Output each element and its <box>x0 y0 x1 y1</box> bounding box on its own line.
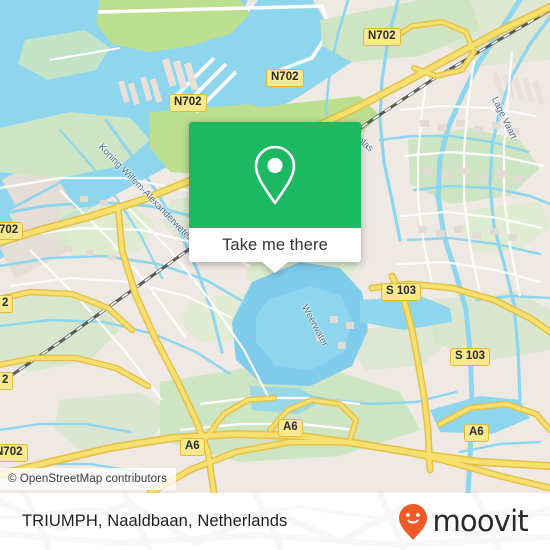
take-me-there-label: Take me there <box>222 235 328 254</box>
road-shield: A6 <box>464 424 489 443</box>
road-shield: 2 <box>0 372 14 391</box>
card-pointer-tail <box>262 262 288 273</box>
road-shield: N702 <box>266 69 304 88</box>
card-image-area <box>189 122 361 228</box>
place-name: TRIUMPH, Naaldbaan, Netherlands <box>22 512 288 530</box>
road-shield: A6 <box>278 419 303 438</box>
moovit-map-screen: N702N702N70270222N702S 103S 103A6A6A6 Ko… <box>0 0 550 550</box>
road-shield: 2 <box>0 295 14 314</box>
road-shield: 702 <box>0 222 24 241</box>
take-me-there-card[interactable]: Take me there <box>189 122 361 273</box>
moovit-logo[interactable]: moovit <box>398 503 529 541</box>
attribution-text: © OpenStreetMap contributors <box>8 473 167 485</box>
road-shield: A6 <box>180 438 205 457</box>
footer-bar: TRIUMPH, Naaldbaan, Netherlands moovit <box>0 493 550 550</box>
card-action-bar[interactable]: Take me there <box>189 228 361 262</box>
road-shield: S 103 <box>381 283 422 302</box>
map-attribution[interactable]: © OpenStreetMap contributors <box>0 468 176 490</box>
moovit-wordmark: moovit <box>432 504 528 538</box>
map-pin-icon <box>254 145 296 205</box>
moovit-pin-smiley-icon <box>399 503 428 540</box>
road-shield: N702 <box>363 28 401 47</box>
road-shield: S 103 <box>450 348 491 367</box>
road-shield: N702 <box>169 94 207 113</box>
road-shield: N702 <box>0 444 28 463</box>
